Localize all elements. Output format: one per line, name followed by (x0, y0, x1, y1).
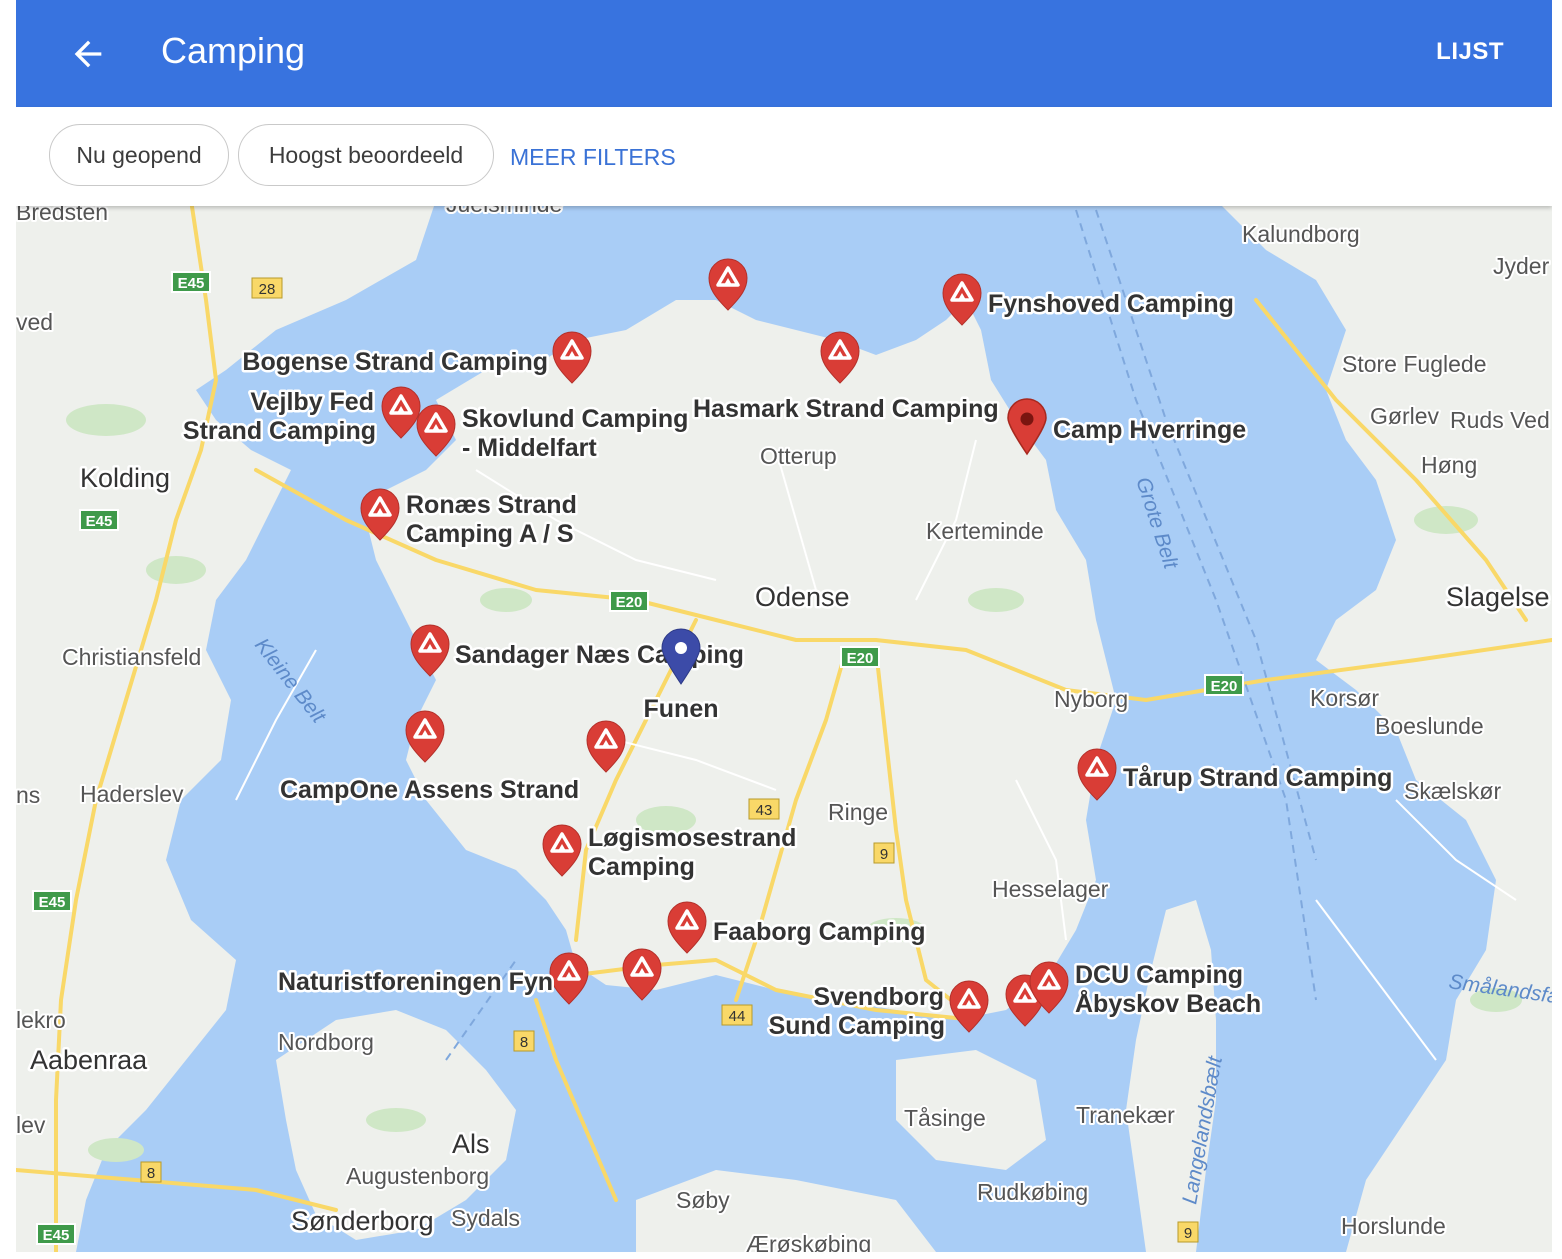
place-nyborg: Nyborg (1054, 686, 1128, 712)
svg-text:E20: E20 (1211, 678, 1238, 695)
road-shield-9: 9 (873, 842, 895, 864)
campsite-label[interactable]: Naturistforeningen Fyn (276, 966, 556, 999)
campsite-label[interactable]: Faaborg Camping (711, 916, 929, 949)
svg-text:44: 44 (729, 1008, 746, 1025)
svg-text:E45: E45 (39, 894, 66, 911)
svg-text:E45: E45 (43, 1227, 70, 1244)
campsite-label[interactable]: DCU Camping (1073, 959, 1246, 992)
campsite-label[interactable]: Skovlund Camping (460, 403, 691, 436)
place-tasinge: Tåsinge (904, 1105, 986, 1131)
place-slagelse: Slagelse (1446, 582, 1550, 612)
campsite-label[interactable]: - Middelfart (460, 432, 600, 465)
place-gorlev: Gørlev (1370, 403, 1440, 429)
svg-text:E20: E20 (847, 650, 874, 667)
maps-app: Grote Belt Kleine Belt Langelandsbælt Sm… (16, 0, 1552, 1252)
campsite-label[interactable]: Tårup Strand Camping (1121, 762, 1395, 795)
page-title: Camping (161, 30, 306, 71)
place-sonderborg: Sønderborg (291, 1206, 434, 1236)
place-boeslunde: Boeslunde (1375, 713, 1484, 739)
campsite-label[interactable]: Fynshoved Camping (986, 288, 1237, 321)
place-christiansfeld: Christiansfeld (62, 644, 201, 670)
place-odense: Odense (755, 582, 850, 612)
campsite-label[interactable]: CampOne Assens Strand (278, 774, 582, 807)
place-korsor: Korsør (1310, 685, 1379, 711)
svg-text:9: 9 (1184, 1225, 1192, 1242)
place-haderslev: Haderslev (80, 781, 184, 807)
campsite-label[interactable]: Åbyskov Beach (1073, 987, 1264, 1021)
campsite-label[interactable]: Ronæs Strand (404, 489, 580, 522)
road-shield-e20: E20 (609, 590, 649, 612)
place-ns: ns (16, 782, 40, 808)
more-filters-button[interactable]: MEER FILTERS (510, 144, 676, 171)
place-hong: Høng (1421, 452, 1477, 478)
campsite-label[interactable]: Hasmark Strand Camping (691, 393, 1002, 426)
place-sydals: Sydals (451, 1205, 520, 1231)
app-header: Camping LIJST (16, 0, 1552, 107)
svg-text:9: 9 (880, 846, 888, 863)
place-skaelskor: Skælskør (1404, 778, 1501, 804)
road-shield-8: 8 (140, 1161, 162, 1183)
list-view-button[interactable]: LIJST (1436, 38, 1504, 66)
place-ruds-ved: Ruds Ved (1450, 407, 1550, 433)
road-shield-28: 28 (251, 277, 283, 299)
place-aeroskobing: Ærøskøbing (746, 1231, 871, 1252)
campsite-label[interactable]: Camping A / S (404, 518, 577, 551)
place-kolding: Kolding (80, 463, 170, 493)
svg-text:8: 8 (147, 1165, 155, 1182)
place-jyderup: Jyder (1493, 253, 1550, 279)
place-tranekaer: Tranekær (1076, 1102, 1175, 1128)
road-shield-e45: E45 (36, 1223, 76, 1245)
place-kerteminde: Kerteminde (926, 518, 1044, 544)
region-label[interactable]: Funen (641, 693, 721, 726)
place-rudkobing: Rudkøbing (977, 1179, 1088, 1205)
campsite-label[interactable]: Camping (586, 851, 698, 884)
svg-text:28: 28 (259, 281, 276, 298)
place-ringe: Ringe (828, 799, 888, 825)
road-shield-e45: E45 (171, 271, 211, 293)
road-shield-43: 43 (748, 798, 780, 820)
svg-text:E20: E20 (616, 594, 643, 611)
place-lev: lev (16, 1112, 46, 1138)
filter-bar: Nu geopend Hoogst beoordeeld MEER FILTER… (16, 107, 1552, 206)
road-shield-44: 44 (721, 1004, 753, 1026)
back-button[interactable] (60, 26, 116, 82)
campsite-label[interactable]: Sandager Næs Camping (453, 639, 747, 672)
place-ved: ved (16, 309, 53, 335)
svg-text:E45: E45 (178, 275, 205, 292)
place-horslunde: Horslunde (1341, 1213, 1446, 1239)
road-shield-e45: E45 (32, 890, 72, 912)
svg-text:43: 43 (756, 802, 773, 819)
campsite-label[interactable]: Sund Camping (766, 1010, 947, 1043)
road-shield-e20: E20 (840, 646, 880, 668)
place-nordborg: Nordborg (278, 1029, 374, 1055)
svg-text:E45: E45 (86, 513, 113, 530)
svg-text:8: 8 (520, 1034, 528, 1051)
campsite-label[interactable]: Svendborg (811, 981, 947, 1014)
place-aabenraa: Aabenraa (30, 1045, 148, 1075)
road-shield-9: 9 (1177, 1221, 1199, 1243)
place-store-fuglede: Store Fuglede (1342, 351, 1486, 377)
road-shield-e20: E20 (1204, 674, 1244, 696)
arrow-back-icon[interactable] (68, 34, 108, 74)
place-otterup: Otterup (760, 443, 837, 469)
place-als: Als (452, 1129, 490, 1159)
place-soby: Søby (676, 1187, 730, 1213)
filter-chip-open-now[interactable]: Nu geopend (49, 124, 229, 186)
place-hesselager: Hesselager (992, 876, 1109, 902)
place-augustenborg: Augustenborg (346, 1163, 489, 1189)
campsite-label[interactable]: Strand Camping (180, 415, 378, 448)
road-shield-e45: E45 (79, 509, 119, 531)
place-lekro: lekro (16, 1007, 66, 1033)
campsite-label[interactable]: Vejlby Fed (248, 386, 377, 419)
filter-chip-top-rated[interactable]: Hoogst beoordeeld (238, 124, 494, 186)
campsite-label[interactable]: Løgismosestrand (586, 822, 799, 855)
campsite-label[interactable]: Camp Hverringe (1051, 414, 1249, 447)
road-shield-8: 8 (513, 1030, 535, 1052)
place-kalundborg: Kalundborg (1242, 221, 1360, 247)
campsite-label[interactable]: Bogense Strand Camping (240, 346, 551, 379)
